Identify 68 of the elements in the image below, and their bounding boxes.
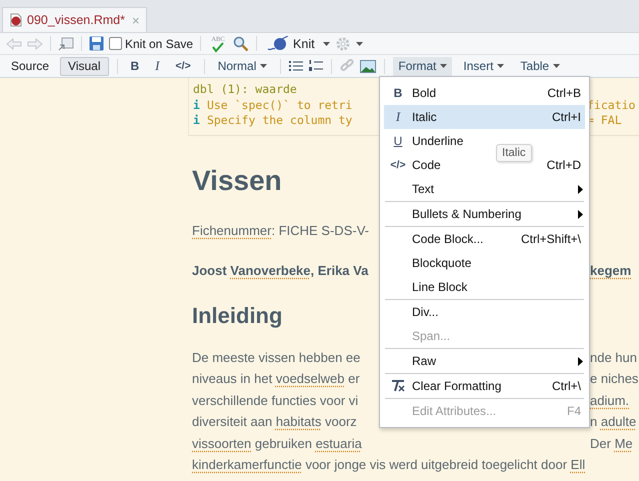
menu-button[interactable]: Insert (458, 56, 510, 76)
paragraph-text: vissoorten gebruiken estuaria (192, 434, 362, 453)
caret-icon (440, 64, 448, 68)
paragraph-text: adium. (590, 392, 630, 410)
caret-icon[interactable] (356, 42, 363, 46)
yarn-ball-icon (267, 36, 290, 52)
menu-button[interactable]: Format (393, 56, 452, 76)
code-text: ficatio (587, 98, 636, 113)
mode-tab[interactable]: Visual (60, 56, 108, 76)
tab-title: 090_vissen.Rmd* (27, 13, 125, 27)
code-text: Use `spec()` to retri (206, 98, 352, 112)
paragraph-text: nde hun (590, 348, 637, 366)
format-glyph: U (394, 134, 402, 148)
mode-tab[interactable]: Source (6, 56, 54, 76)
file-tab[interactable]: 090_vissen.Rmd* × (2, 7, 147, 32)
menu-item[interactable]: B Bold Ctrl+B (384, 84, 585, 102)
menu-item[interactable]: Code Block... Ctrl+Shift+\ (384, 230, 585, 248)
paragraph-text: Der Me (590, 434, 633, 452)
document-text: Joost Vanoverbeke, Erika Va (192, 262, 368, 278)
caret-icon (553, 64, 560, 68)
paragraph-text: verschillende functies voor vi (192, 392, 358, 410)
menu-item[interactable]: Blockquote (384, 254, 585, 272)
submenu-arrow-icon (578, 356, 583, 366)
menu-item[interactable]: I Italic Ctrl+I (384, 108, 585, 126)
submenu-arrow-icon (578, 184, 583, 194)
document-title: Vissen (192, 164, 282, 198)
menu-button[interactable]: Table (515, 56, 566, 76)
code-text: dbl (1): waarde (193, 82, 297, 96)
paragraph-text: e niches. (590, 370, 639, 388)
style-dropdown[interactable]: Normal (212, 56, 272, 76)
section-heading: Inleiding (192, 302, 282, 328)
format-glyph: I (396, 109, 400, 125)
paragraph-text: kinderkamerfunctie voor jonge vis werd uitgebreid toegelicht door Ell (192, 456, 586, 474)
document-text: kegem (590, 262, 632, 278)
paragraph-text: diversiteit aan habitats voorz (192, 413, 357, 431)
save-icon[interactable] (89, 36, 104, 51)
menu-item[interactable]: Div... (384, 303, 585, 321)
text-style-button[interactable]: </> (170, 56, 196, 76)
knit-on-save-checkbox[interactable]: Knit on Save (109, 36, 194, 50)
format-glyph: </> (390, 159, 406, 171)
window-icon[interactable] (58, 36, 74, 50)
paragraph-text: n adulte (590, 413, 636, 431)
eraser-icon (391, 380, 405, 392)
file-icon (9, 13, 23, 27)
menu-item[interactable]: Bullets & Numbering (384, 205, 585, 223)
paragraph-text: niveaus in het voedselweb er (192, 370, 360, 388)
numbered-list-icon[interactable] (309, 60, 324, 72)
knit-button[interactable]: Knit (264, 34, 318, 53)
bullet-list-icon[interactable] (289, 60, 304, 72)
text-style-button[interactable]: I (150, 56, 165, 76)
document-text: Fichenummer: FICHE S-DS-V- (192, 222, 369, 238)
tooltip: Italic (496, 144, 532, 162)
search-icon[interactable] (233, 36, 250, 52)
menu-item[interactable]: Line Block (384, 278, 585, 296)
info-mark: i (193, 113, 200, 127)
caret-icon (260, 64, 268, 68)
paragraph-text: De meeste vissen hebben ee (192, 348, 360, 366)
menu-item[interactable]: Raw (384, 352, 585, 370)
submenu-arrow-icon (578, 210, 583, 218)
menu-item[interactable]: Text (384, 180, 585, 198)
caret-icon (497, 64, 504, 68)
format-glyph: B (394, 86, 402, 100)
caret-icon[interactable] (322, 42, 330, 46)
code-text: Specify the column ty (206, 113, 352, 127)
menu-item[interactable]: Clear Formatting Ctrl+\ (384, 377, 585, 395)
image-icon[interactable] (360, 60, 376, 72)
info-mark: i (193, 98, 200, 112)
text-style-button[interactable]: B (126, 56, 144, 76)
